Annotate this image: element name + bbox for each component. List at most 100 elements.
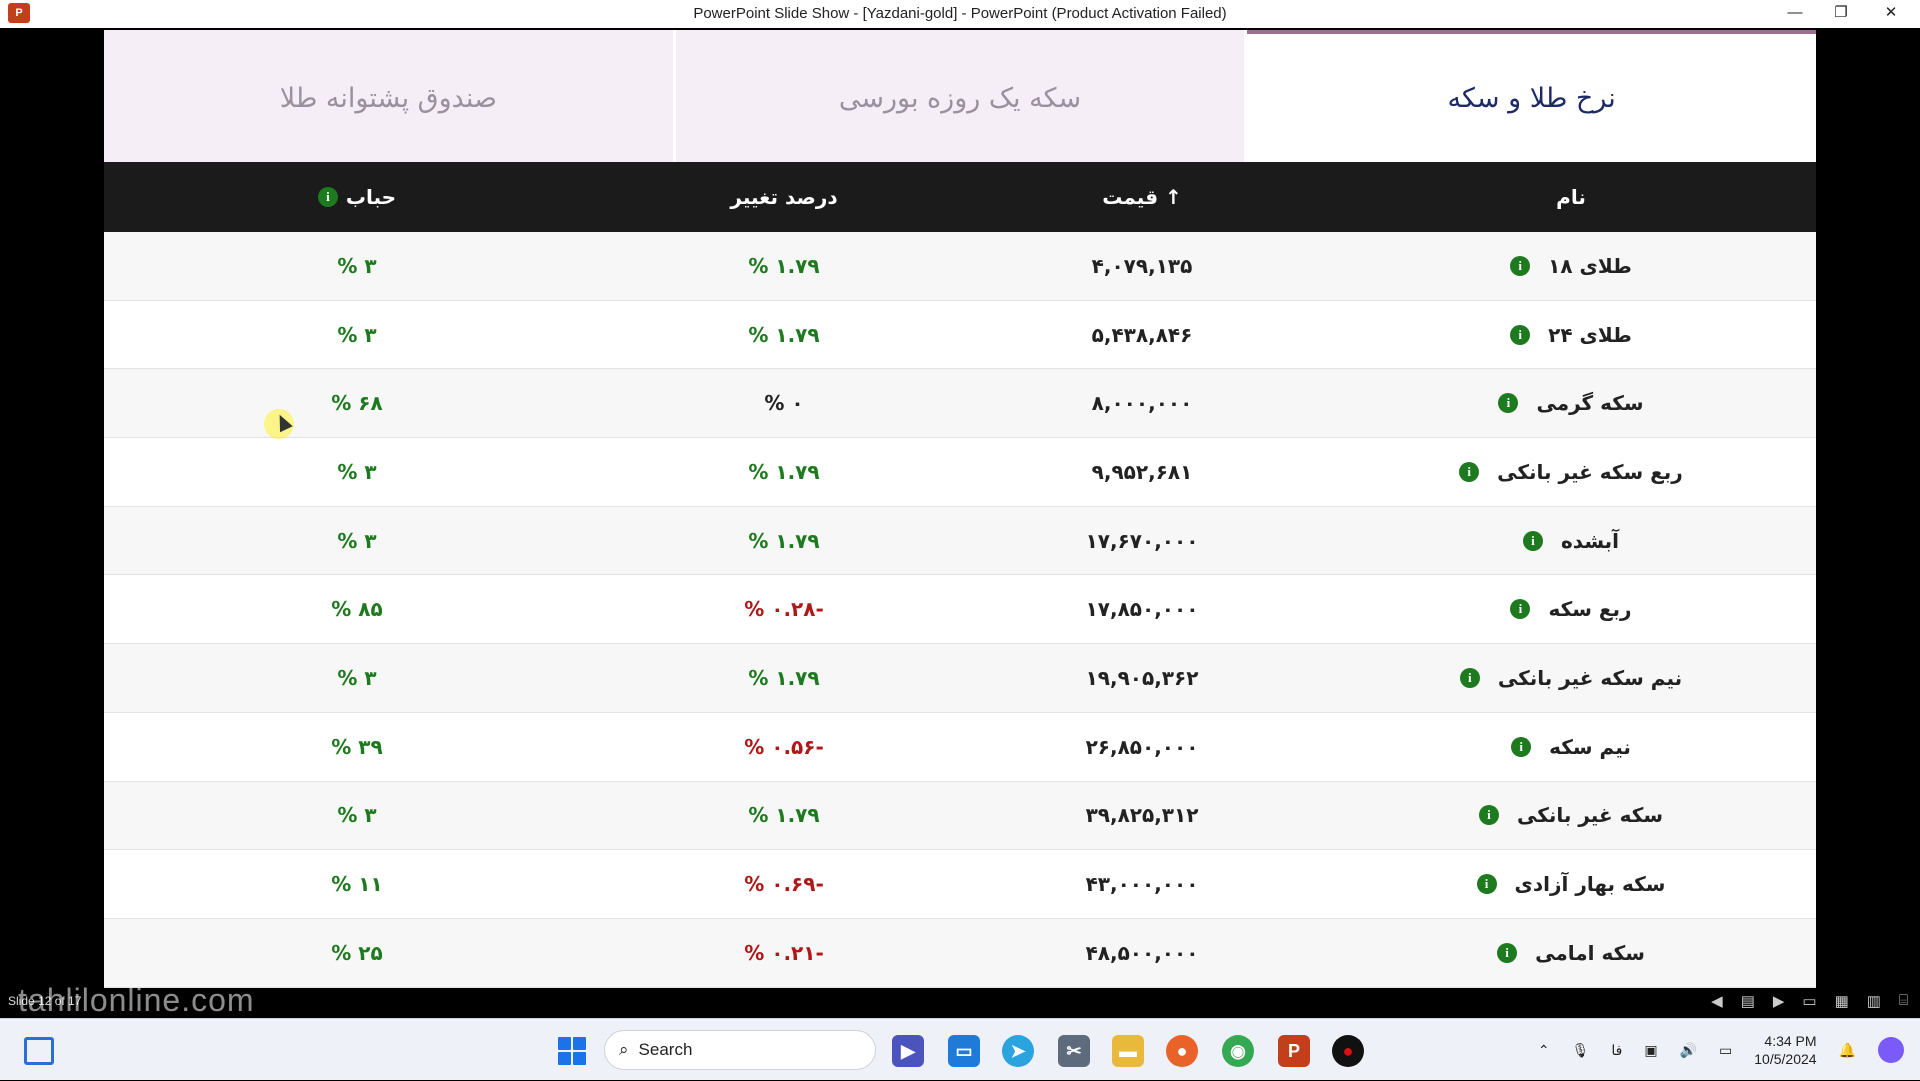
notification-icon[interactable]: 🔔 [1839,1042,1856,1059]
telegram-icon[interactable]: ➤ [1002,1035,1034,1067]
row-name: سکه غیر بانکی [1516,803,1663,828]
restore-button[interactable]: ❐ [1818,0,1864,28]
row-change: % ۱.۷۹ [748,803,820,828]
file-explorer-icon[interactable]: ▬ [1112,1035,1144,1067]
row-name-cell: سکه امامی i [1326,941,1816,965]
slideshow-icon[interactable]: ⌸ [1899,992,1908,1010]
record-icon[interactable]: ● [1332,1035,1364,1067]
desktop-icon[interactable]: ▭ [948,1035,980,1067]
tab-gold-fund[interactable]: صندوق پشتوانه طلا [104,30,673,162]
row-price: ۱۷,۶۷۰,۰۰۰ [1085,528,1199,553]
row-change: % ۰.۶۹- [744,872,824,897]
info-icon[interactable]: i [1478,805,1499,826]
row-name-cell: نیم سکه غیر بانکی i [1326,666,1816,690]
row-price: ۸,۰۰۰,۰۰۰ [1091,391,1193,416]
table-row: سکه امامی i ۴۸,۵۰۰,۰۰۰ % ۰.۲۱- % ۲۵ [104,918,1816,988]
row-bubble: % ۳ [337,803,377,828]
taskbar: ⌕ Search ▶ ▭ ➤ ✂ ▬ ● ◉ P ● ⌃ 🎙 فا ▣ 🔊 ▭ … [0,1018,1920,1080]
previous-slide-icon[interactable]: ◀ [1711,992,1723,1010]
clock[interactable]: 4:34 PM 10/5/2024 [1754,1032,1816,1068]
table-row: ربع سکه i ۱۷,۸۵۰,۰۰۰ % ۰.۲۸- % ۸۵ [104,575,1816,645]
statusbar-controls: ◀ ▤ ▶ ▭ ▦ ▥ ⌸ [1711,992,1908,1010]
watermark: tahlilonline.com [18,982,255,1018]
notes-icon[interactable]: ▤ [1741,992,1755,1010]
row-bubble: % ۳ [337,528,377,553]
row-bubble: % ۳ [337,665,377,690]
close-button[interactable]: ✕ [1868,0,1914,28]
header-name-label: نام [1556,185,1586,209]
snipping-tool-icon[interactable]: ✂ [1058,1035,1090,1067]
info-icon[interactable]: i [1511,736,1532,757]
row-change: % ۰.۵۶- [744,734,824,759]
info-icon[interactable]: i [1476,874,1497,895]
row-price: ۴۸,۵۰۰,۰۰۰ [1085,940,1199,965]
info-icon[interactable]: i [1510,324,1531,345]
info-icon[interactable]: i [1522,530,1543,551]
next-slide-icon[interactable]: ▶ [1773,992,1785,1010]
row-name: ربع سکه غیر بانکی [1497,459,1683,484]
window-titlebar: P PowerPoint Slide Show - [Yazdani-gold]… [0,0,1920,28]
info-icon[interactable]: i [1498,393,1519,414]
microphone-icon[interactable]: 🎙 [1572,1042,1590,1059]
chrome-icon[interactable]: ◉ [1222,1035,1254,1067]
info-icon[interactable]: i [1510,599,1531,620]
row-bubble: % ۳ [337,253,377,278]
volume-icon[interactable]: 🔊 [1680,1042,1697,1059]
minimize-button[interactable]: — [1772,0,1818,28]
table-row: نیم سکه غیر بانکی i ۱۹,۹۰۵,۳۶۲ % ۱.۷۹ % ۳ [104,644,1816,713]
row-name: طلای ۲۴ [1548,322,1632,347]
header-price[interactable]: قیمت ↑ [958,185,1326,209]
slide-sorter-icon[interactable]: ▦ [1835,992,1849,1010]
table-body: طلای ۱۸ i ۴,۰۷۹,۱۳۵ % ۱.۷۹ % ۳ طلای ۲۴ i ۵,۴۳۸,… [104,232,1816,988]
header-change[interactable]: درصد تغییر [610,185,958,209]
table-row: طلای ۱۸ i ۴,۰۷۹,۱۳۵ % ۱.۷۹ % ۳ [104,232,1816,301]
row-name-cell: نیم سکه i [1326,735,1816,759]
table-row: آبشده i ۱۷,۶۷۰,۰۰۰ % ۱.۷۹ % ۳ [104,506,1816,576]
row-name-cell: ربع سکه i [1326,597,1816,621]
info-icon[interactable]: i [317,187,338,207]
row-bubble: % ۳ [337,459,377,484]
firefox-icon[interactable]: ● [1166,1035,1198,1067]
row-name-cell: ربع سکه غیر بانکی i [1326,460,1816,484]
info-icon[interactable]: i [1459,667,1480,688]
row-bubble: % ۳۹ [331,734,383,759]
table-row: سکه گرمی i ۸,۰۰۰,۰۰۰ % ۰ % ۶۸ [104,369,1816,439]
meet-icon[interactable]: ▶ [892,1035,924,1067]
info-icon[interactable]: i [1497,942,1518,963]
row-change: % ۰ [764,391,804,416]
header-bubble[interactable]: حباب i [104,185,610,209]
tab-bar: نرخ طلا و سکه سکه یک روزه بورسی صندوق پش… [104,30,1816,162]
info-icon[interactable]: i [1459,461,1480,482]
row-name-cell: سکه بهار آزادی i [1326,872,1816,896]
start-button[interactable] [558,1037,586,1065]
row-price: ۴,۰۷۹,۱۳۵ [1091,253,1193,278]
tab-exchange-coin[interactable]: سکه یک روزه بورسی [675,30,1245,162]
taskbar-search[interactable]: ⌕ Search [604,1030,876,1070]
copilot-icon[interactable] [1878,1037,1904,1063]
widgets-icon[interactable] [24,1037,54,1065]
normal-view-icon[interactable]: ▭ [1802,992,1816,1010]
row-name: نیم سکه [1549,734,1631,759]
row-change: % ۰.۲۸- [744,597,824,622]
reading-view-icon[interactable]: ▥ [1867,992,1881,1010]
info-icon[interactable]: i [1510,255,1531,276]
row-name-cell: طلای ۱۸ i [1326,254,1816,278]
row-price: ۵,۴۳۸,۸۴۶ [1091,322,1193,347]
language-indicator[interactable]: فا [1611,1042,1622,1059]
powerpoint-taskbar-icon[interactable]: P [1278,1035,1310,1067]
table-row: ربع سکه غیر بانکی i ۹,۹۵۲,۶۸۱ % ۱.۷۹ % ۳ [104,438,1816,507]
header-name[interactable]: نام [1326,185,1816,209]
row-change: % ۱.۷۹ [748,665,820,690]
header-price-label: قیمت ↑ [1102,185,1182,209]
row-change: % ۱.۷۹ [748,528,820,553]
chevron-up-icon[interactable]: ⌃ [1538,1042,1550,1059]
battery-icon[interactable]: ▭ [1719,1042,1732,1059]
network-icon[interactable]: ▣ [1644,1042,1657,1059]
table-row: طلای ۲۴ i ۵,۴۳۸,۸۴۶ % ۱.۷۹ % ۳ [104,300,1816,370]
row-name-cell: آبشده i [1326,529,1816,553]
tab-gold-coin-rates[interactable]: نرخ طلا و سکه [1247,30,1816,162]
row-change: % ۱.۷۹ [748,253,820,278]
row-bubble: % ۶۸ [331,391,383,416]
row-bubble: % ۱۱ [331,872,383,897]
row-name-cell: سکه گرمی i [1326,391,1816,415]
